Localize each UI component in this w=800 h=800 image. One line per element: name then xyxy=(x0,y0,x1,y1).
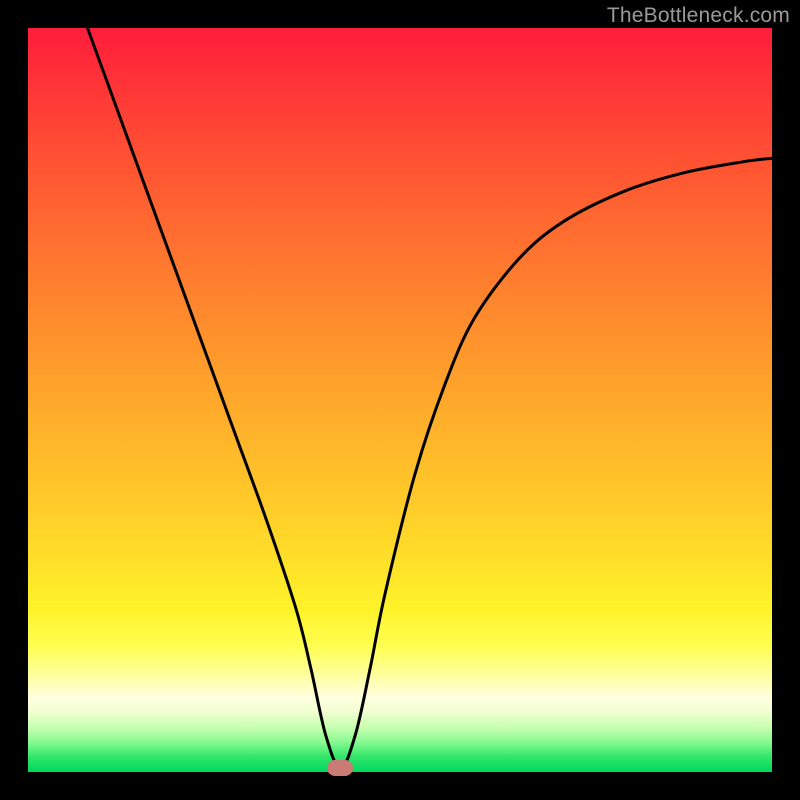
watermark-text: TheBottleneck.com xyxy=(607,4,790,28)
curve-svg xyxy=(28,28,772,772)
plot-area xyxy=(28,28,772,772)
chart-frame: TheBottleneck.com xyxy=(0,0,800,800)
curve-path xyxy=(88,28,772,768)
minimum-marker xyxy=(327,760,353,776)
